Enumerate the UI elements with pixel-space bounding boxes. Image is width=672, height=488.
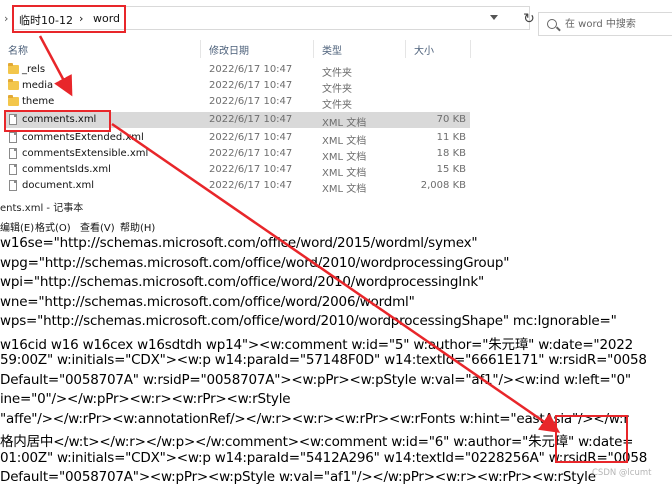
xml-file-icon	[9, 180, 17, 191]
file-row-comments-extended[interactable]: commentsExtended.xml 2022/6/17 10:47 XML…	[4, 130, 470, 147]
file-name: comments.xml	[22, 114, 97, 125]
address-bar-row: › 临时10-12 › word ↻	[0, 6, 672, 36]
chevron-down-icon[interactable]	[487, 10, 501, 26]
breadcrumb-separator-icon[interactable]: ›	[79, 12, 83, 25]
text-line: wpi="http://schemas.microsoft.com/office…	[0, 274, 485, 290]
nav-chevron-icon[interactable]: ›	[4, 12, 8, 25]
xml-file-icon	[9, 132, 17, 143]
xml-file-icon	[9, 164, 17, 175]
file-row-media[interactable]: media 2022/6/17 10:47 文件夹	[4, 78, 470, 95]
search-icon	[547, 19, 557, 29]
file-row-comments-xml[interactable]: comments.xml 2022/6/17 10:47 XML 文档 70 K…	[4, 112, 470, 129]
file-name: media	[22, 80, 54, 91]
notepad-menubar: 编辑(E) 格式(O) 查看(V) 帮助(H)	[0, 217, 672, 234]
text-line: 01:00Z" w:initials="CDX"><w:p w14:paraId…	[0, 449, 648, 466]
text-line: wps="http://schemas.microsoft.com/office…	[0, 313, 617, 329]
xml-file-icon	[9, 148, 17, 159]
text-line: "affe"/></w:rPr><w:annotationRef/></w:r>…	[0, 410, 629, 427]
file-row-document-xml[interactable]: document.xml 2022/6/17 10:47 XML 文档 2,00…	[4, 178, 470, 195]
file-date: 2022/6/17 10:47	[209, 180, 293, 191]
address-bar[interactable]: 临时10-12 › word ↻	[12, 6, 535, 30]
column-header-type[interactable]: 类型	[322, 42, 342, 57]
column-headers: 名称 修改日期 类型 大小	[0, 40, 672, 58]
text-line: wne="http://schemas.microsoft.com/office…	[0, 293, 415, 310]
folder-icon	[8, 95, 19, 106]
notepad-title: ents.xml - 记事本	[0, 203, 84, 214]
menu-format[interactable]: 格式(O)	[35, 219, 71, 234]
file-date: 2022/6/17 10:47	[209, 80, 293, 91]
file-date: 2022/6/17 10:47	[209, 96, 293, 107]
file-date: 2022/6/17 10:47	[209, 164, 293, 175]
text-line: 格内居中</w:t></w:r></w:p></w:comment><w:com…	[0, 434, 634, 450]
menu-edit[interactable]: 编辑(E)	[0, 219, 34, 234]
folder-icon	[8, 79, 19, 90]
file-date: 2022/6/17 10:47	[209, 64, 293, 75]
file-type: XML 文档	[322, 168, 367, 179]
menu-view[interactable]: 查看(V)	[80, 219, 115, 234]
file-size: 11 KB	[436, 132, 466, 143]
text-line: w16se="http://schemas.microsoft.com/offi…	[0, 235, 478, 251]
file-name: commentsIds.xml	[22, 164, 111, 175]
column-divider[interactable]	[313, 40, 314, 58]
text-line: w16cid w16 w16cex w16sdtdh wp14"><w:comm…	[0, 336, 634, 353]
search-box[interactable]	[538, 12, 672, 36]
file-size: 2,008 KB	[420, 180, 466, 191]
xml-file-icon	[9, 114, 17, 125]
text-line: Default="0058707A"><w:pPr><w:pStyle w:va…	[0, 469, 596, 485]
file-size: 18 KB	[436, 148, 466, 159]
notepad-titlebar[interactable]: ents.xml - 记事本	[0, 196, 672, 214]
file-type: XML 文档	[322, 118, 367, 129]
column-divider[interactable]	[405, 40, 406, 58]
notepad-window: ents.xml - 记事本 编辑(E) 格式(O) 查看(V) 帮助(H) w…	[0, 196, 672, 488]
file-date: 2022/6/17 10:47	[209, 132, 293, 143]
file-name: _rels	[22, 64, 46, 75]
text-line: 59:00Z" w:initials="CDX"><w:p w14:paraId…	[0, 352, 647, 368]
search-input[interactable]	[565, 16, 669, 32]
column-header-size[interactable]: 大小	[414, 42, 434, 57]
file-name: commentsExtensible.xml	[22, 148, 149, 159]
file-row-comments-ids[interactable]: commentsIds.xml 2022/6/17 10:47 XML 文档 1…	[4, 162, 470, 179]
watermark: CSDN @lcumt	[592, 468, 652, 478]
column-divider[interactable]	[470, 40, 471, 58]
file-type: 文件夹	[322, 100, 352, 111]
file-date: 2022/6/17 10:47	[209, 148, 293, 159]
file-explorer-window: › 临时10-12 › word ↻ 名称 修改日期 类型 大小 _rels 2…	[0, 0, 672, 196]
text-line: wpg="http://schemas.microsoft.com/office…	[0, 254, 510, 271]
text-line: Default="0058707A" w:rsidP="0058707A"><w…	[0, 371, 631, 388]
menu-help[interactable]: 帮助(H)	[120, 219, 155, 234]
file-name: theme	[22, 96, 55, 107]
file-size: 70 KB	[436, 114, 466, 125]
column-divider[interactable]	[200, 40, 201, 58]
folder-icon	[8, 63, 19, 74]
file-name: commentsExtended.xml	[22, 132, 144, 143]
column-header-name[interactable]: 名称	[8, 42, 28, 57]
file-row-comments-extensible[interactable]: commentsExtensible.xml 2022/6/17 10:47 X…	[4, 146, 470, 163]
text-line: ine="0"/></w:pPr><w:r><w:rPr><w:rStyle	[0, 391, 291, 407]
breadcrumb-current[interactable]: word	[93, 12, 120, 25]
column-header-date[interactable]: 修改日期	[209, 42, 249, 57]
breadcrumb-parent[interactable]: 临时10-12	[19, 12, 73, 28]
file-type: XML 文档	[322, 184, 367, 195]
file-type: 文件夹	[322, 68, 352, 79]
file-row-rels[interactable]: _rels 2022/6/17 10:47 文件夹	[4, 62, 470, 79]
file-date: 2022/6/17 10:47	[209, 114, 293, 125]
file-type: XML 文档	[322, 136, 367, 147]
file-name: document.xml	[22, 180, 95, 191]
file-type: XML 文档	[322, 152, 367, 163]
file-type: 文件夹	[322, 84, 352, 95]
file-row-theme[interactable]: theme 2022/6/17 10:47 文件夹	[4, 94, 470, 111]
file-size: 15 KB	[436, 164, 466, 175]
